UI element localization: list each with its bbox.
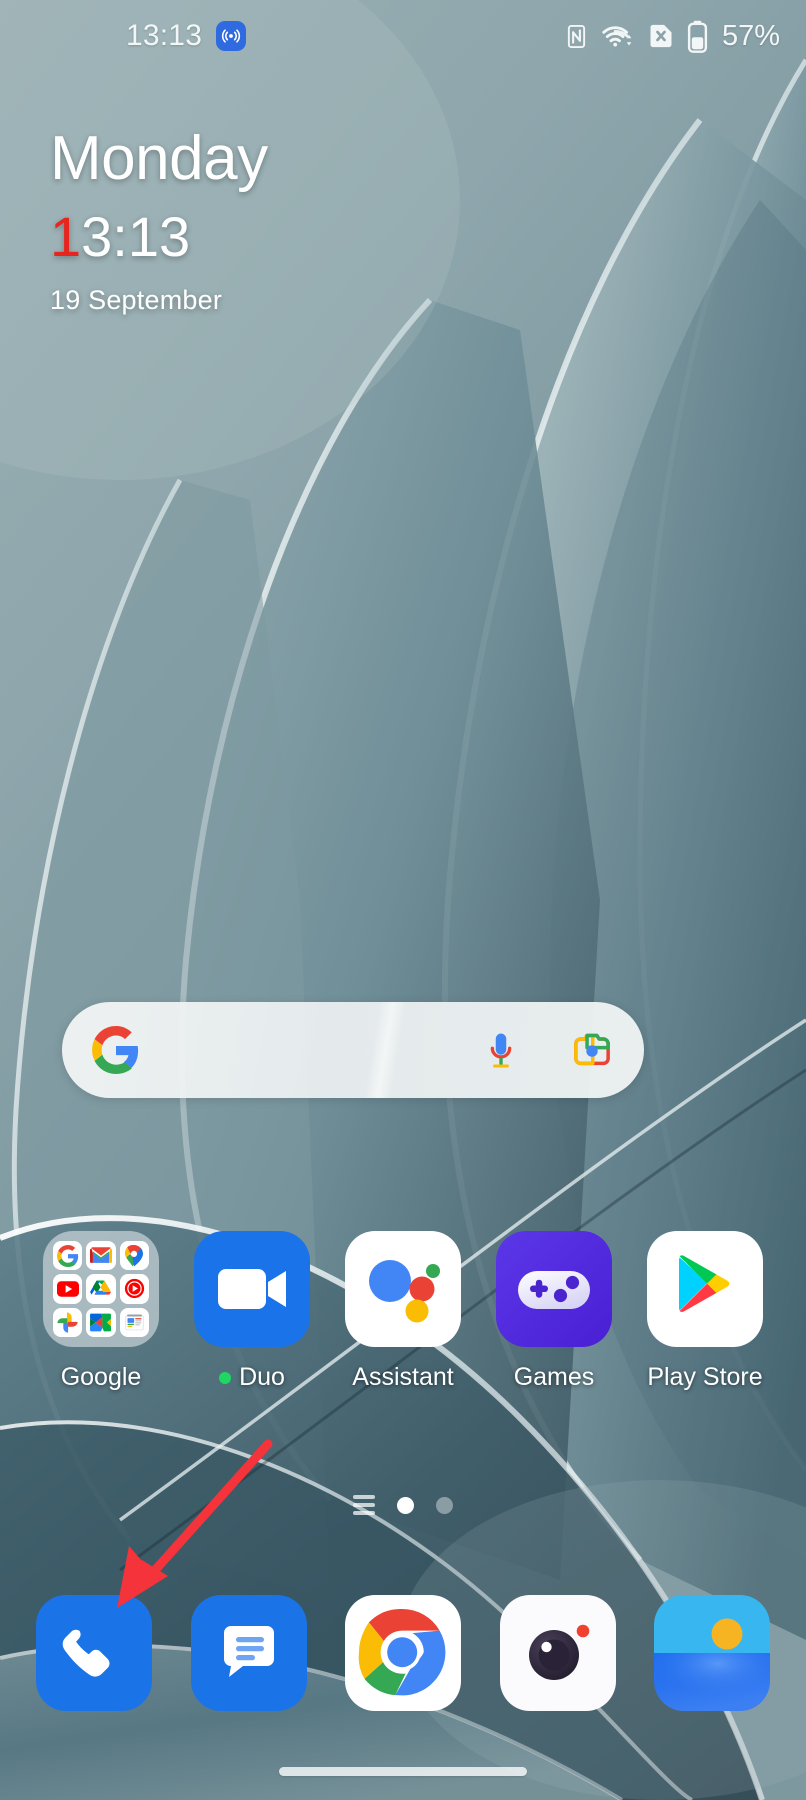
- app-label-games: Games: [514, 1363, 595, 1392]
- clock-widget-time-highlight: 1: [50, 205, 82, 268]
- nfc-icon: [563, 23, 590, 50]
- page-indicator: [0, 1495, 806, 1515]
- clock-widget-time-rest: 3:13: [81, 205, 191, 268]
- wifi-icon: [602, 23, 635, 50]
- app-label-google-text: Google: [60, 1363, 142, 1391]
- google-duo-icon[interactable]: [194, 1231, 310, 1347]
- app-label-play-store-text: Play Store: [647, 1363, 763, 1391]
- gallery-icon[interactable]: [654, 1595, 770, 1711]
- page-list-icon[interactable]: [353, 1495, 375, 1515]
- google-maps-icon: [119, 1241, 149, 1271]
- dock: [0, 1595, 806, 1711]
- google-photos-icon: [53, 1307, 83, 1337]
- youtube-icon: [53, 1274, 83, 1304]
- google-meet-icon: [86, 1307, 116, 1337]
- notification-dot-duo: [219, 1371, 232, 1384]
- google-g-icon: [92, 1026, 140, 1074]
- google-news-icon: [119, 1307, 149, 1337]
- status-bar-clock: 13:13: [126, 19, 203, 52]
- navigation-bar: [0, 1742, 806, 1800]
- gmail-icon: [86, 1241, 116, 1271]
- camera-icon[interactable]: [499, 1595, 616, 1711]
- status-bar: 13:13 57%: [0, 0, 806, 72]
- status-bar-left: 13:13: [126, 19, 247, 53]
- google-play-games-icon[interactable]: [496, 1231, 612, 1347]
- google-folder-icon[interactable]: [43, 1231, 159, 1347]
- home-gesture-pill[interactable]: [279, 1766, 527, 1776]
- app-label-assistant-text: Assistant: [352, 1363, 454, 1391]
- battery-percent-label: 57%: [721, 19, 780, 52]
- youtube-music-icon: [119, 1274, 149, 1304]
- google-search-icon: [53, 1241, 83, 1271]
- messages-icon[interactable]: [190, 1595, 307, 1711]
- app-cell-games[interactable]: Games: [489, 1231, 619, 1392]
- google-drive-icon: [86, 1274, 116, 1304]
- hotspot-icon: [216, 21, 247, 51]
- app-cell-play-store[interactable]: Play Store: [640, 1231, 770, 1392]
- search-input[interactable]: [140, 1002, 480, 1098]
- clock-widget[interactable]: Monday 13:13 19 September: [50, 128, 268, 316]
- app-label-duo-text: Duo: [239, 1363, 285, 1391]
- app-label-duo: Duo: [219, 1363, 285, 1392]
- page-dot-2[interactable]: [436, 1496, 453, 1514]
- page-dot-1[interactable]: [397, 1496, 414, 1514]
- chrome-icon[interactable]: [345, 1595, 461, 1711]
- google-lens-camera-icon[interactable]: [570, 1028, 614, 1072]
- clock-widget-time: 13:13: [50, 204, 268, 270]
- battery-icon: [687, 20, 708, 53]
- status-bar-right: 57%: [563, 20, 780, 53]
- google-assistant-icon[interactable]: [345, 1231, 461, 1347]
- google-search-bar[interactable]: [62, 1002, 644, 1098]
- app-cell-duo[interactable]: Duo: [187, 1231, 317, 1392]
- microphone-icon[interactable]: [480, 1029, 522, 1071]
- clock-widget-day: Monday: [50, 124, 268, 193]
- phone-icon[interactable]: [36, 1595, 152, 1711]
- app-cell-google-folder[interactable]: Google: [36, 1231, 166, 1392]
- google-play-store-icon[interactable]: [647, 1231, 763, 1347]
- app-label-google: Google: [61, 1363, 142, 1392]
- app-cell-assistant[interactable]: Assistant: [338, 1231, 468, 1392]
- app-label-games-text: Games: [513, 1363, 595, 1391]
- app-row: Google Duo Assistant Games Play Store: [0, 1231, 806, 1392]
- app-label-play-store: Play Store: [647, 1363, 762, 1392]
- no-sim-icon: [647, 23, 675, 49]
- clock-widget-date: 19 September: [50, 285, 223, 316]
- app-label-assistant: Assistant: [352, 1363, 453, 1392]
